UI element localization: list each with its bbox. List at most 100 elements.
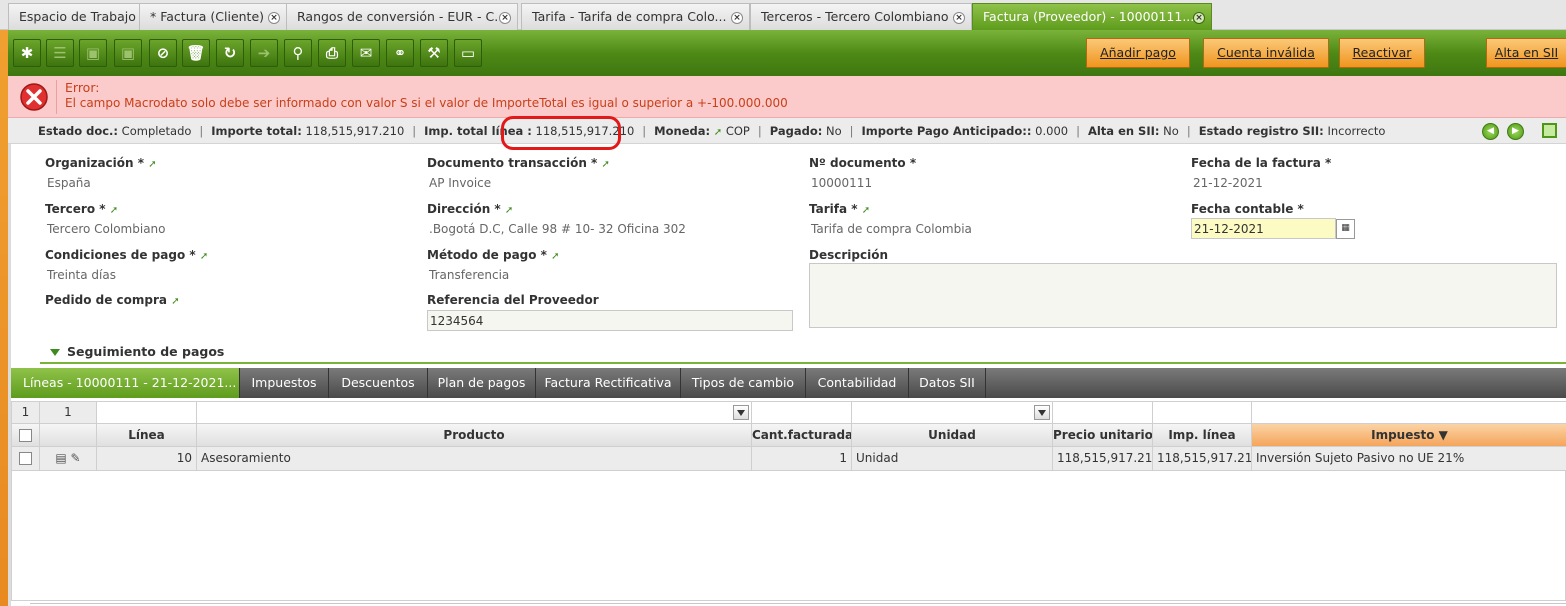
description-textarea[interactable] [809,263,1557,328]
unit-filter-input[interactable] [852,402,1053,424]
highlight-annotation [501,116,621,150]
chevron-down-icon[interactable] [733,405,749,420]
address-value: .Bogotá D.C, Calle 98 # 10- 32 Oficina 3… [429,222,686,236]
toolbar: ✱ ☰ ▣ ▣ ⊘ 🗑 ↻ ➔ ⚲ ⎙ ✉ ⚭ ⚒ ▭ Añadir pago … [8,30,1566,76]
link-arrow-icon[interactable]: ➚ [505,205,513,216]
row-checkbox[interactable] [12,447,40,471]
export-icon[interactable]: ➔ [250,39,278,67]
tab-sii-data[interactable]: Datos SII [909,368,986,398]
link-arrow-icon[interactable]: ➚ [714,127,722,138]
new-document-icon[interactable]: ✱ [13,39,41,67]
tab-third-parties[interactable]: Terceros - Tercero Colombiano × [750,3,972,30]
maximize-icon[interactable] [1542,123,1557,138]
sii-status-label: Estado registro SII: [1198,124,1324,138]
payments-tracking-section[interactable]: Seguimiento de pagos [67,344,224,359]
separator: | [1186,124,1191,138]
grid-view-icon[interactable]: ☰ [46,39,74,67]
tax-filter-input[interactable] [1252,402,1566,424]
supplier-ref-label: Referencia del Proveedor [427,293,599,307]
link-arrow-icon[interactable]: ➚ [551,251,559,262]
link-arrow-icon[interactable]: ➚ [602,159,610,170]
qty-filter-input[interactable] [752,402,852,424]
cell-line: 10 [97,447,197,471]
document-icon[interactable]: ▤ [55,451,66,465]
supplier-ref-input[interactable]: 1234564 [427,310,793,331]
tab-payment-plan[interactable]: Plan de pagos [428,368,536,398]
link-icon[interactable]: ⚭ [386,39,414,67]
accounting-date-input[interactable]: 21-12-2021 [1191,218,1336,239]
pricelist-value: Tarifa de compra Colombia [811,222,972,236]
attachment-icon[interactable]: ⚲ [284,39,312,67]
close-icon[interactable]: × [1193,12,1205,24]
collapse-triangle-icon[interactable] [50,349,60,356]
doc-transaction-label: Documento transacción * ➚ [427,156,610,170]
link-arrow-icon[interactable]: ➚ [200,251,208,262]
doc-status-label: Estado doc.: [38,124,119,138]
prepayment-value: 0.000 [1035,124,1069,138]
link-arrow-icon[interactable]: ➚ [148,159,156,170]
total-label: Importe total: [211,124,302,138]
calendar-icon[interactable]: ▦ [1336,219,1355,239]
header-product[interactable]: Producto [197,424,752,447]
pricelist-label: Tarifa * ➚ [809,202,871,216]
sii-status-value: Incorrecto [1327,124,1386,138]
tab-exchange-rates[interactable]: Tipos de cambio [681,368,806,398]
tab-taxes[interactable]: Impuestos [240,368,329,398]
header-unit[interactable]: Unidad [852,424,1053,447]
delete-icon[interactable]: 🗑 [182,39,210,67]
link-arrow-icon[interactable]: ➚ [862,205,870,216]
header-tax[interactable]: Impuesto ▼ [1252,424,1566,447]
close-icon[interactable]: × [731,12,743,24]
link-arrow-icon[interactable]: ➚ [171,296,179,307]
line-filter-input[interactable] [97,402,197,424]
reactivate-button[interactable]: Reactivar [1339,38,1425,68]
close-icon[interactable]: × [499,12,511,24]
print-icon[interactable]: ⎙ [318,39,346,67]
amount-filter-input[interactable] [1153,402,1252,424]
edit-icon[interactable]: ✎ [71,451,81,465]
separator: | [1076,124,1080,138]
tab-workspace[interactable]: Espacio de Trabajo [8,3,140,30]
tab-supplier-invoice[interactable]: Factura (Proveedor) - 10000111... × [972,3,1212,30]
refresh-icon[interactable]: ↻ [216,39,244,67]
link-arrow-icon[interactable]: ➚ [110,205,118,216]
close-icon[interactable]: × [953,12,965,24]
undo-icon[interactable]: ⊘ [149,39,177,67]
organization-value: España [47,176,91,190]
window-tab-bar: Espacio de Trabajo * Factura (Cliente) × … [0,0,1566,30]
row-actions: ▤ ✎ [40,447,97,471]
save-close-icon[interactable]: ▣ [114,39,142,67]
bottom-divider [30,603,1566,604]
tab-discounts[interactable]: Descuentos [329,368,428,398]
sii-label: Alta en SII: [1087,124,1160,138]
tools-icon[interactable]: ⚒ [420,39,448,67]
tab-conversion-rates[interactable]: Rangos de conversión - EUR - C... × [286,3,518,30]
invoice-date-value: 21-12-2021 [1193,176,1263,190]
price-filter-input[interactable] [1053,402,1153,424]
add-payment-button[interactable]: Añadir pago [1086,38,1190,68]
invalid-account-button[interactable]: Cuenta inválida [1203,38,1329,68]
next-record-icon[interactable]: ▶ [1507,123,1524,140]
close-icon[interactable]: × [268,12,280,24]
select-all-checkbox[interactable] [12,424,40,447]
tab-customer-invoice[interactable]: * Factura (Cliente) × [139,3,287,30]
email-icon[interactable]: ✉ [352,39,380,67]
previous-record-icon[interactable]: ◀ [1482,123,1499,140]
tab-credit-invoice[interactable]: Factura Rectificativa [536,368,681,398]
invoice-date-label: Fecha de la factura * [1191,156,1332,170]
form-view-icon[interactable]: ▭ [454,39,482,67]
header-line[interactable]: Línea [97,424,197,447]
tab-pricelist[interactable]: Tarifa - Tarifa de compra Colo... × [521,3,750,30]
sii-register-button[interactable]: Alta en SII [1486,38,1566,68]
chevron-down-icon[interactable] [1034,405,1050,420]
separator: | [642,124,647,138]
doc-status-value: Completado [121,124,192,138]
tab-lines[interactable]: Líneas - 10000111 - 21-12-2021... [11,368,240,398]
tab-accounting[interactable]: Contabilidad [806,368,909,398]
save-icon[interactable]: ▣ [79,39,107,67]
product-filter-input[interactable] [197,402,752,424]
description-label: Descripción [809,248,888,262]
header-qty-invoiced[interactable]: Cant.facturada [752,424,852,447]
header-line-amount[interactable]: Imp. línea [1153,424,1252,447]
header-unit-price[interactable]: Precio unitario [1053,424,1153,447]
